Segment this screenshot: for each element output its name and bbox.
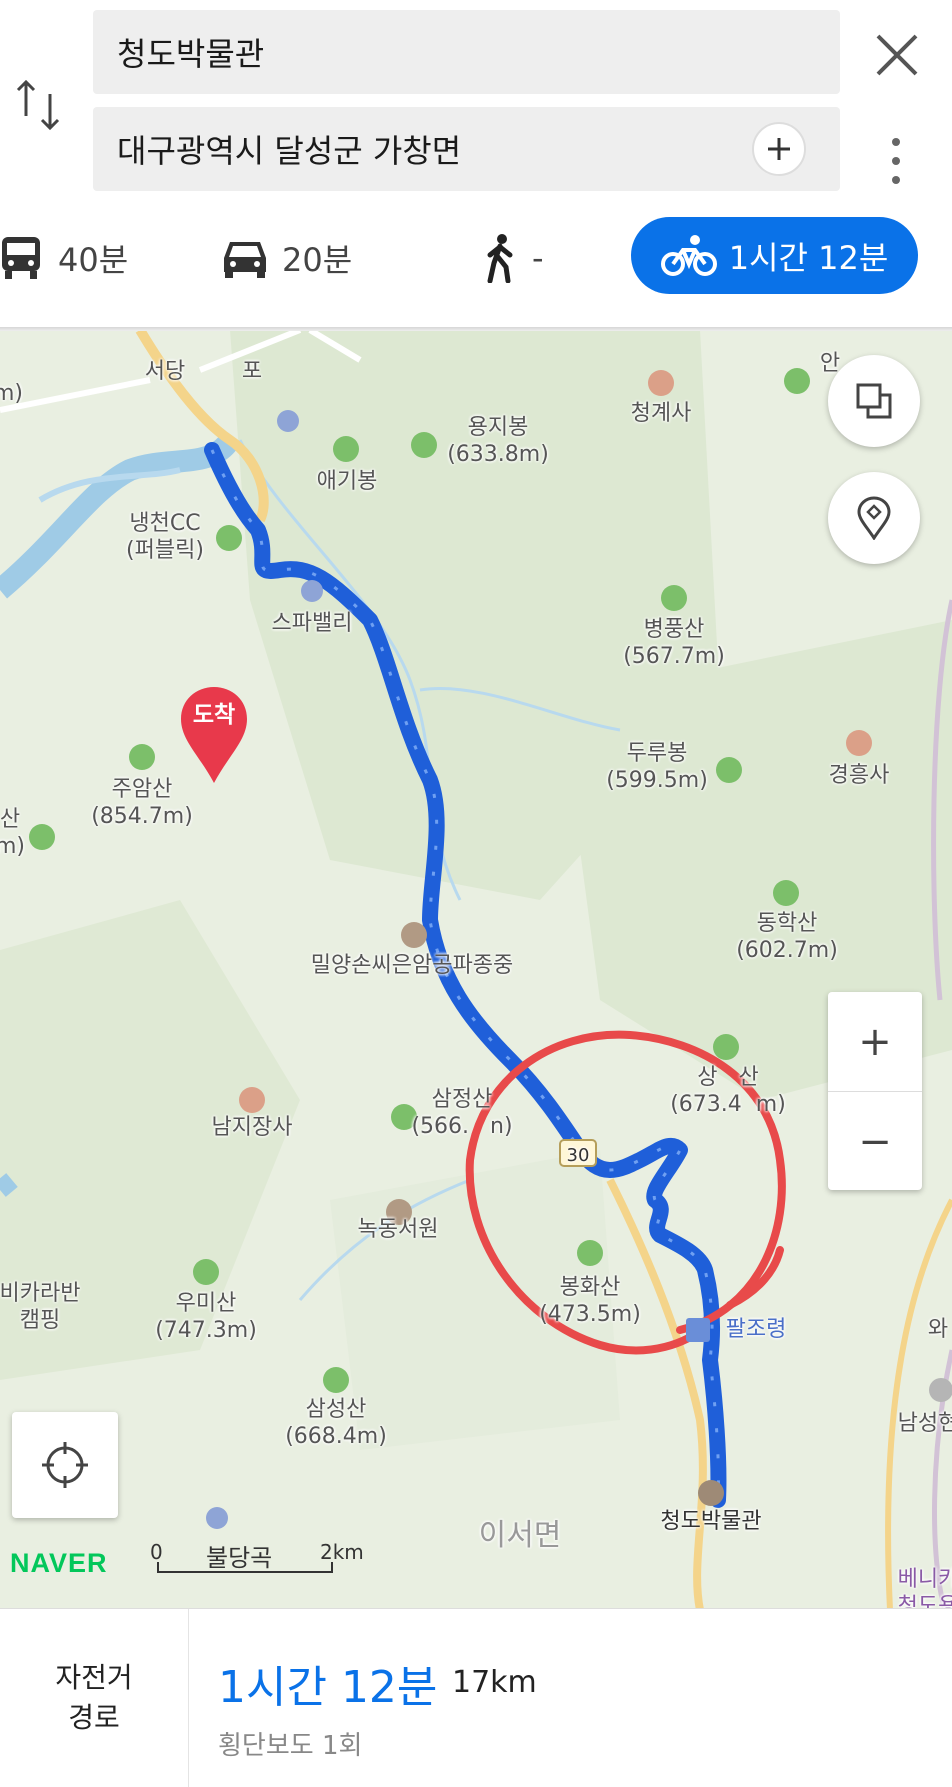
map-label-bonghwa: 봉화산 (473.5m) bbox=[539, 1275, 641, 1327]
bus-time: 40분 bbox=[58, 241, 129, 279]
route-distance: 17km bbox=[452, 1665, 537, 1700]
map-label: 베니카 청도용 bbox=[897, 1567, 952, 1610]
arrival-pin-label: 도착 bbox=[192, 702, 236, 728]
map-scale: 0 불당곡 2km bbox=[150, 1540, 364, 1574]
map-label: 밀양손씨은암공파종중 bbox=[310, 953, 514, 978]
arrival-pin[interactable]: 도착 bbox=[179, 685, 249, 785]
map-label: 남성현 bbox=[897, 1411, 952, 1436]
map-label: 경흥사 bbox=[828, 763, 890, 788]
close-icon[interactable] bbox=[870, 28, 924, 82]
route-search-header: 청도박물관 대구광역시 달성군 가창면 40분 20분 - 1시간 12분 bbox=[0, 0, 952, 330]
mode-car[interactable]: 20분 bbox=[222, 226, 352, 290]
map-label-donghak: 동학산 (602.7m) bbox=[736, 911, 838, 963]
walk-time: - bbox=[532, 239, 544, 277]
mode-walk[interactable]: - bbox=[484, 226, 544, 290]
location-pin-button[interactable] bbox=[828, 472, 920, 564]
map-label-naengcheon: 냉천CC (퍼블릭) bbox=[126, 511, 204, 563]
map-label: 비카라반 캠핑 bbox=[0, 1281, 81, 1333]
mode-bus[interactable]: 40분 bbox=[0, 226, 128, 290]
map-label-iseo: 이서면 bbox=[478, 1518, 562, 1553]
map-label: 녹동서원 bbox=[357, 1217, 439, 1242]
map-label-samseong: 삼성산 (668.4m) bbox=[285, 1397, 387, 1449]
origin-field[interactable]: 청도박물관 bbox=[93, 10, 840, 94]
map-label: 스파밸리 bbox=[271, 611, 353, 636]
scale-zero: 0 bbox=[150, 1540, 163, 1564]
layers-icon bbox=[856, 383, 892, 419]
map-view[interactable]: 도착 출발 서당 포 m) 용지봉(633.8m) 애기봉 청계사 안 냉천CC… bbox=[0, 330, 952, 1610]
header-divider bbox=[0, 327, 952, 331]
map-label-sangwon: 상 산 (673.4 m) bbox=[670, 1065, 786, 1117]
zoom-in-button[interactable]: + bbox=[828, 992, 922, 1091]
map-label-museum: 청도박물관 bbox=[660, 1509, 762, 1534]
crosshair-icon bbox=[42, 1442, 88, 1488]
map-label: 남지장사 bbox=[211, 1115, 293, 1140]
route-time: 1시간 12분 bbox=[218, 1662, 438, 1713]
map-label: 청계사 bbox=[630, 401, 692, 426]
scale-place: 불당곡 bbox=[206, 1544, 273, 1572]
map-label-byeongpung: 병풍산 (567.7m) bbox=[623, 617, 725, 669]
map-label-samjeong: 삼정산 (566. n) bbox=[411, 1087, 513, 1139]
map-label: m) bbox=[0, 381, 24, 406]
layer-toggle-button[interactable] bbox=[828, 355, 920, 447]
destination-field[interactable]: 대구광역시 달성군 가창면 bbox=[93, 107, 840, 191]
route-type-line1: 자전거 bbox=[55, 1661, 133, 1694]
map-label: 산 m) bbox=[0, 807, 26, 859]
origin-text: 청도박물관 bbox=[117, 35, 265, 73]
route-summary-panel[interactable]: 자전거경로 1시간 12분 17km 횡단보도 1회 bbox=[0, 1608, 952, 1787]
destination-text: 대구광역시 달성군 가창면 bbox=[117, 132, 462, 170]
route-type-line2: 경로 bbox=[68, 1701, 120, 1734]
location-pin-icon bbox=[857, 496, 891, 540]
swap-icon[interactable] bbox=[12, 72, 66, 138]
bus-icon bbox=[2, 237, 40, 279]
mode-bicycle[interactable]: 1시간 12분 bbox=[631, 217, 918, 294]
map-label: 팔조령 bbox=[725, 1317, 787, 1342]
zoom-control: + − bbox=[828, 992, 922, 1190]
route-note: 횡단보도 1회 bbox=[218, 1731, 363, 1761]
walk-icon bbox=[487, 234, 513, 283]
map-label: 애기봉 bbox=[316, 469, 378, 494]
scale-end: 2km bbox=[320, 1540, 364, 1564]
map-label: 포 bbox=[241, 359, 263, 384]
car-time: 20분 bbox=[282, 241, 353, 279]
current-location-button[interactable] bbox=[12, 1412, 118, 1518]
road-30-label: 30 bbox=[566, 1145, 590, 1166]
naver-logo: NAVER bbox=[10, 1548, 108, 1578]
map-label-juam: 주암산 (854.7m) bbox=[91, 777, 193, 829]
route-type: 자전거경로 bbox=[0, 1609, 189, 1787]
map-label-umi: 우미산 (747.3m) bbox=[155, 1291, 257, 1343]
map-label-yongjibong: 용지봉 (633.8m) bbox=[447, 415, 549, 467]
car-icon bbox=[224, 242, 266, 278]
zoom-out-button[interactable]: − bbox=[828, 1091, 922, 1191]
map-label: 서당 bbox=[144, 359, 186, 384]
map-label: 와 bbox=[927, 1317, 949, 1342]
bicycle-time: 1시간 12분 bbox=[728, 238, 889, 277]
more-options-icon[interactable] bbox=[886, 136, 906, 186]
plus-icon bbox=[768, 138, 790, 160]
map-label-duru: 두루봉 (599.5m) bbox=[606, 741, 708, 793]
bicycle-icon bbox=[660, 234, 717, 276]
add-waypoint-button[interactable] bbox=[752, 122, 806, 176]
